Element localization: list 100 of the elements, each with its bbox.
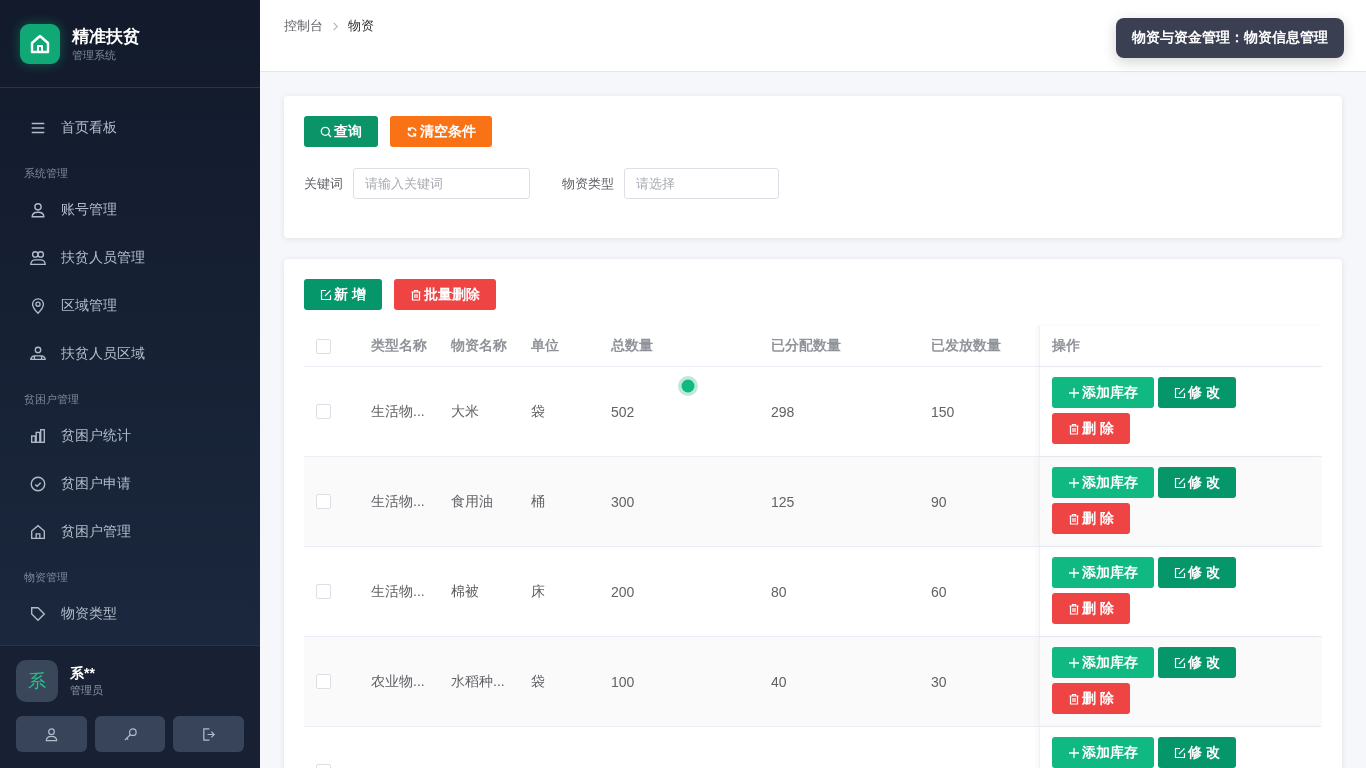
sidebar-item[interactable]: 首页看板 [0,104,260,152]
sidebar-item[interactable]: 扶贫人员区域 [0,330,260,378]
notification-toast: 物资与资金管理：物资信息管理 [1116,18,1344,58]
table-cell: 生活物... [371,402,425,421]
user-avatar: 系 [16,660,58,702]
table-cell: 150 [931,403,955,420]
add-button[interactable]: 新 增 [304,279,382,310]
plus-icon [1068,386,1080,399]
plus-icon [1068,566,1080,579]
key-icon [122,726,138,742]
table-cell: 300 [611,493,635,510]
delete-button[interactable]: 删 除 [1052,503,1130,534]
type-select[interactable]: 请选择 [624,168,779,199]
sidebar-item[interactable]: 物资类型 [0,590,260,638]
trash-icon [410,288,422,301]
table-cell: 床 [531,582,545,601]
edit-icon [1174,746,1187,759]
breadcrumb-current: 物资 [348,17,374,35]
trash-icon [1068,602,1081,615]
table-cell: 生活物... [371,582,425,601]
password-button[interactable] [94,716,166,752]
table-cell: 食用油 [451,492,493,511]
row-checkbox[interactable] [316,584,331,599]
trash-icon [1068,692,1081,705]
column-header: 已分配数量 [771,337,841,355]
pin-icon [29,297,47,315]
menu-section-title: 系统管理 [23,166,69,181]
edit-icon [1174,656,1187,669]
chart-icon [29,427,47,445]
table-cell: 60 [931,583,947,600]
add-stock-button[interactable]: 添加库存 [1052,647,1154,678]
edit-button[interactable]: 修 改 [1158,467,1236,498]
row-checkbox[interactable] [316,674,331,689]
edit-button[interactable]: 修 改 [1158,647,1236,678]
add-stock-button[interactable]: 添加库存 [1052,467,1154,498]
search-icon [320,125,332,138]
field-label: 关键词 [304,174,343,193]
home-logo-icon [20,23,60,64]
menu-section-title: 贫困户管理 [23,392,80,407]
table-cell: 水稻种... [451,672,505,691]
batch-delete-button[interactable]: 批量删除 [394,279,496,310]
field-label: 物资类型 [562,174,614,193]
pointer-dot-icon [677,375,699,397]
reset-button[interactable]: 清空条件 [390,116,492,147]
table-cell: 大米 [451,402,479,421]
users-icon [29,249,47,267]
table-cell: 100 [611,673,635,690]
table-cell: 农业物... [371,672,425,691]
column-header: 类型名称 [371,337,427,355]
edit-button[interactable]: 修 改 [1158,557,1236,588]
plus-icon [1068,476,1080,489]
table-cell: 袋 [531,672,545,691]
keyword-field[interactable]: 请输入关键词 [353,168,530,199]
sidebar-item[interactable]: 账号管理 [0,186,260,234]
row-checkbox[interactable] [316,404,331,419]
edit-button[interactable]: 修 改 [1158,377,1236,408]
edit-icon [320,288,333,301]
table-cell: 40 [771,673,787,690]
table-cell: 30 [931,673,947,690]
profile-button[interactable] [16,716,87,752]
column-header: 操作 [1052,337,1080,355]
sidebar-item[interactable]: 贫困户统计 [0,412,260,460]
trash-icon [1068,512,1081,525]
sidebar-item[interactable]: 区域管理 [0,282,260,330]
user-icon [43,726,59,742]
app-subtitle: 管理系统 [72,47,117,62]
add-stock-button[interactable]: 添加库存 [1052,557,1154,588]
column-header: 物资名称 [451,337,507,355]
plus-icon [1068,746,1080,759]
menu-section-title: 物资管理 [23,570,69,585]
table-cell: 200 [611,583,635,600]
table-cell: 80 [771,583,787,600]
sidebar-item[interactable]: 扶贫人员管理 [0,234,260,282]
delete-button[interactable]: 删 除 [1052,413,1130,444]
column-header: 总数量 [611,337,653,355]
row-checkbox[interactable] [316,494,331,509]
plus-icon [1068,656,1080,669]
edit-button[interactable]: 修 改 [1158,737,1236,768]
column-header: 已发放数量 [931,337,1001,355]
sidebar-item[interactable]: 贫困户管理 [0,508,260,556]
table-cell: 桶 [531,492,545,511]
sidebar-item[interactable]: 贫困户申请 [0,460,260,508]
delete-button[interactable]: 删 除 [1052,683,1130,714]
people-icon [29,345,47,363]
home-icon [29,523,47,541]
add-stock-button[interactable]: 添加库存 [1052,377,1154,408]
add-stock-button[interactable]: 添加库存 [1052,737,1154,768]
tag-icon [29,605,47,623]
table-cell: 125 [771,493,795,510]
search-button[interactable]: 查询 [304,116,378,147]
table-cell: 袋 [531,402,545,421]
breadcrumb-link[interactable]: 控制台 [284,17,323,35]
user-role: 管理员 [70,682,103,698]
delete-button[interactable]: 删 除 [1052,593,1130,624]
logout-button[interactable] [173,716,244,752]
logout-icon [201,726,217,742]
select-all-checkbox[interactable] [316,338,331,354]
edit-icon [1174,386,1187,399]
table-cell: 502 [611,403,635,420]
edit-icon [1174,476,1187,489]
